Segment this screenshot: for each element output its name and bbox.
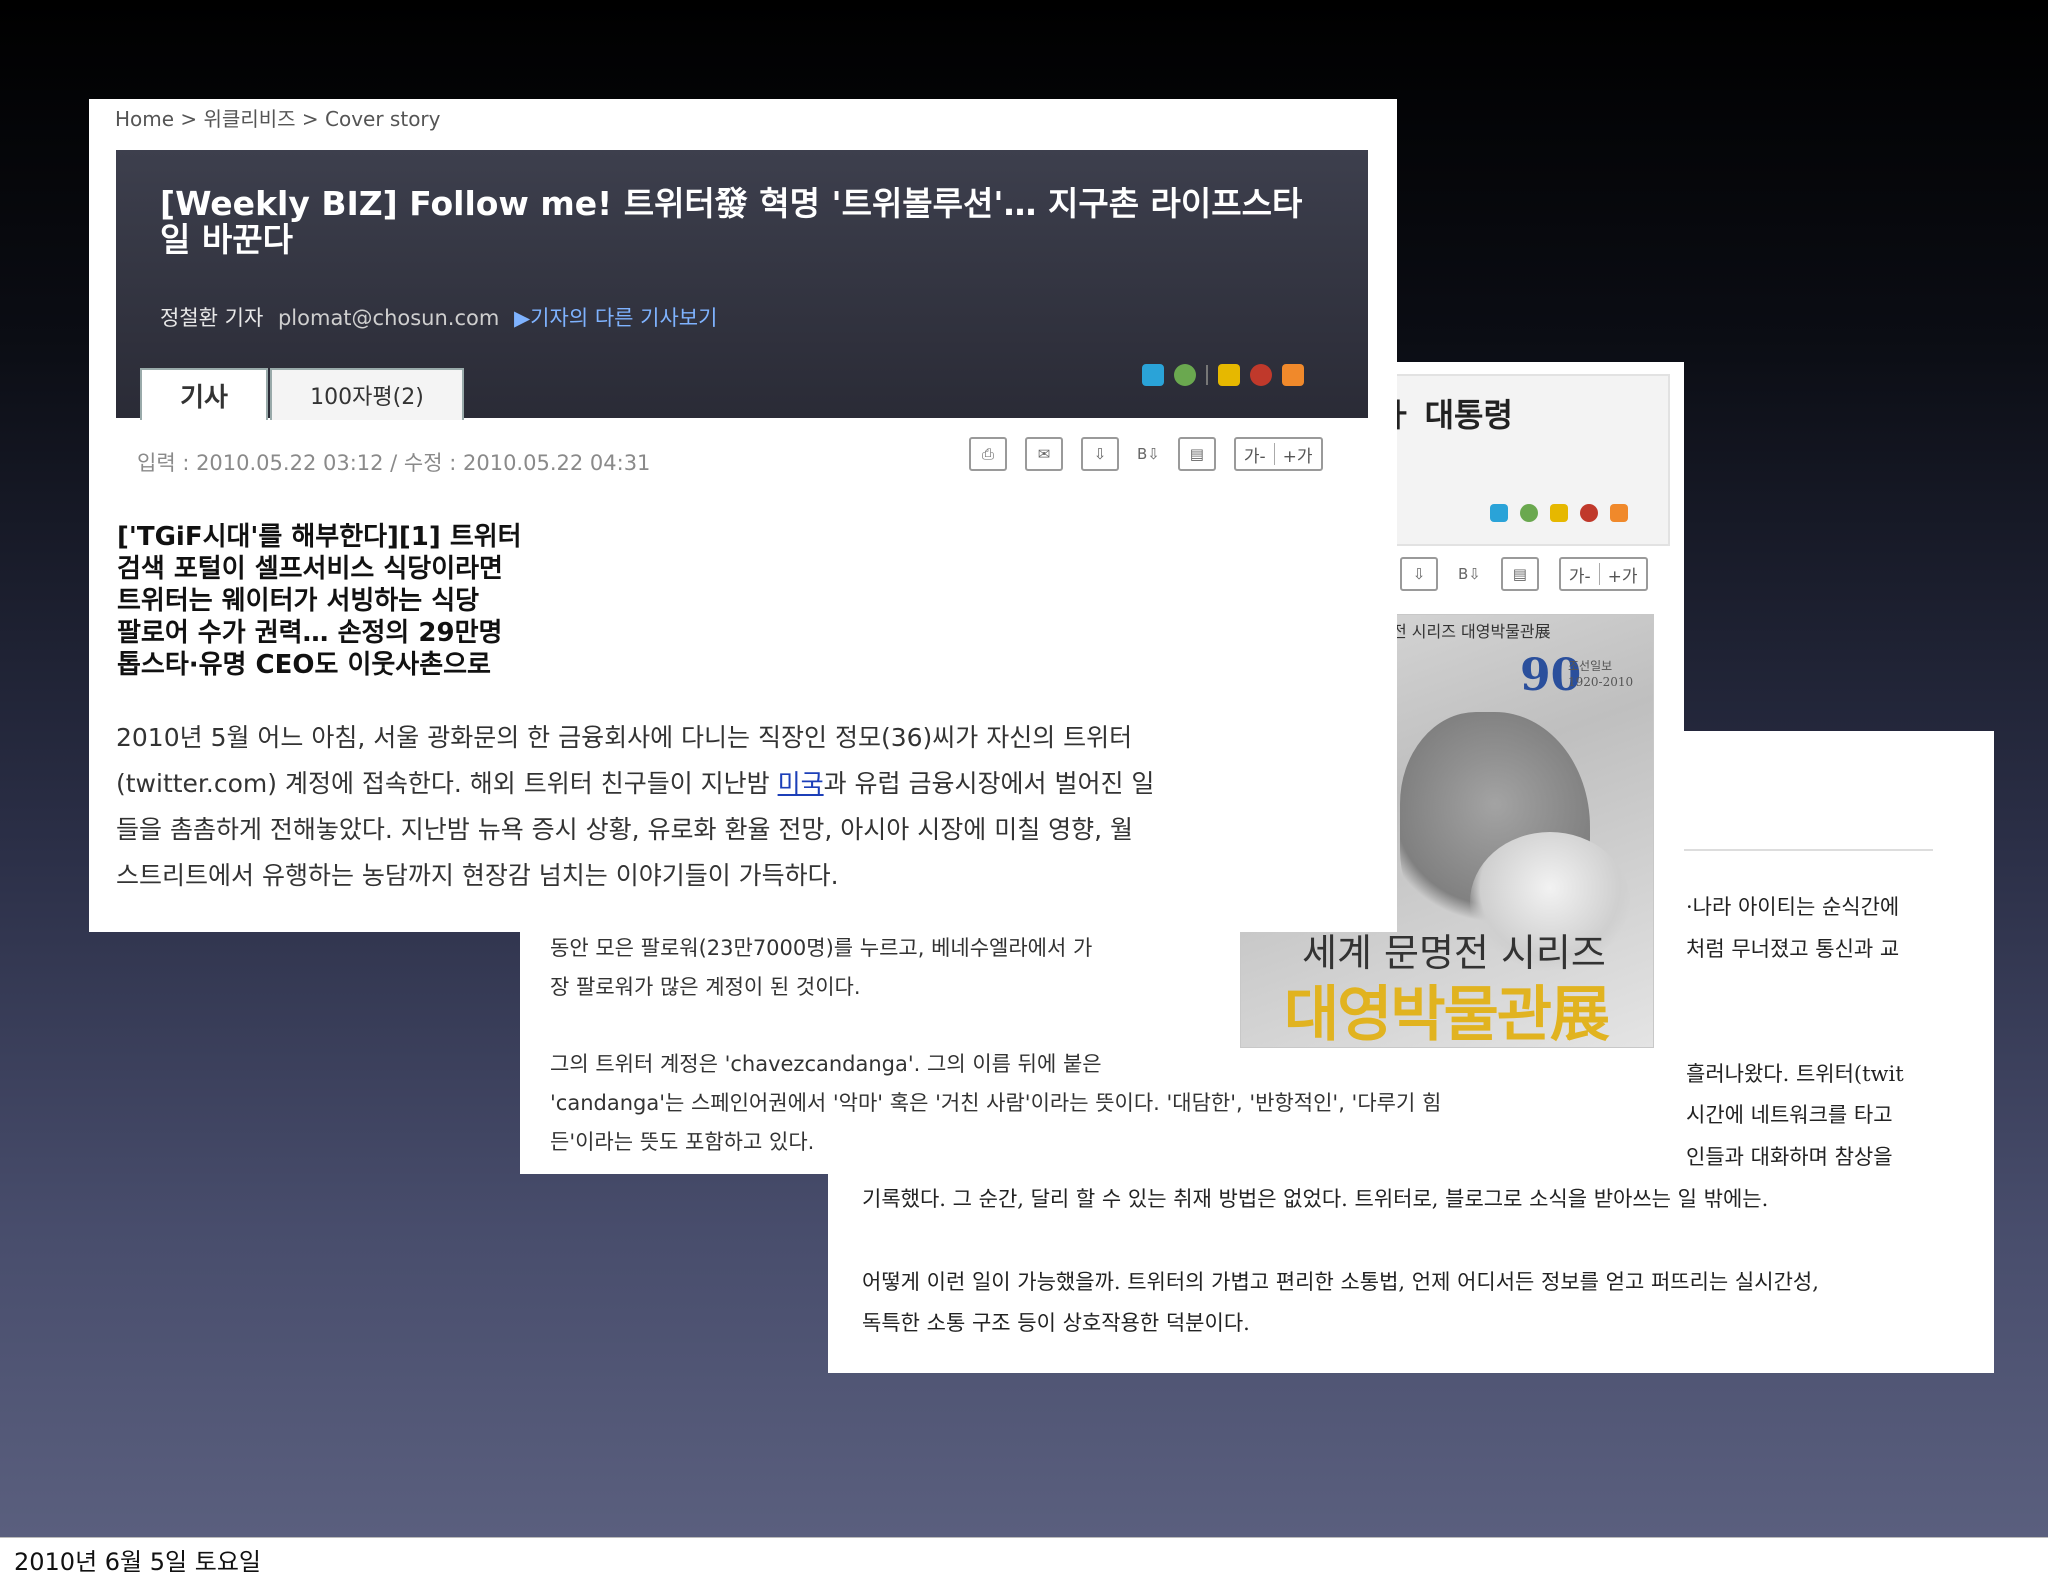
me2day-icon[interactable] <box>1520 504 1538 522</box>
bookmark-icon[interactable] <box>1250 364 1272 386</box>
body-line: 스트리트에서 유행하는 농담까지 현장감 넘치는 이야기들이 가득하다. <box>116 861 839 890</box>
anniversary-brand: 조선일보 <box>1568 659 1613 673</box>
body-line: 2010년 5월 어느 아침, 서울 광화문의 한 금융회사에 다니는 직장인 … <box>116 723 1133 752</box>
tab-article[interactable]: 기사 <box>140 368 268 420</box>
download-icon[interactable]: ⇩ <box>1081 437 1119 471</box>
anniversary-years: 1920-2010 <box>1568 675 1634 689</box>
print-icon[interactable]: ⎙ <box>969 437 1007 471</box>
body-text: 과 유럽 금융시장에서 벌어진 일 <box>823 769 1155 798</box>
image-caption: 전 시리즈 대영박물관展 <box>1392 622 1551 641</box>
slide-background: ·나라 아이티는 순식간에 처럼 무너졌고 통신과 교 흘러나왔다. 트위터(t… <box>0 0 2048 1537</box>
share-icons <box>1142 364 1304 386</box>
series-name: 대영박물관展 <box>1284 980 1610 1050</box>
body-line: (twitter.com) 계정에 접속한다. 해외 트위터 친구들이 지난밤 … <box>116 761 1376 807</box>
article-dates: 입력 : 2010.05.22 03:12 / 수정 : 2010.05.22 … <box>137 451 651 475</box>
bookmark-icon[interactable] <box>1580 504 1598 522</box>
font-larger-button[interactable]: +가 <box>1275 442 1321 467</box>
font-size-controls: 가- +가 <box>1233 437 1323 471</box>
anniversary-text: 조선일보 1920-2010 <box>1568 658 1633 690</box>
article-toolbar: ⎙ ✉ ⇩ B⇩ ▤ 가- +가 <box>969 437 1323 471</box>
byline: 정철환 기자 plomat@chosun.com ▶기자의 다른 기사보기 <box>160 302 717 332</box>
me2day-icon[interactable] <box>1174 364 1196 386</box>
text-line: 흘러나왔다. 트위터(twit <box>1686 1062 1904 1086</box>
font-larger-button[interactable]: +가 <box>1600 562 1646 587</box>
text-line: ·나라 아이티는 순식간에 <box>1686 895 1900 919</box>
download-icon[interactable]: ⇩ <box>1400 557 1438 591</box>
tab-comments[interactable]: 100자평(2) <box>270 368 464 420</box>
article-title: ㅏ 대통령 <box>1384 396 1513 434</box>
article-tabs: 기사 100자평(2) <box>140 368 464 420</box>
paragraph-line: 기록했다. 그 순간, 달리 할 수 있는 취재 방법은 없었다. 트위터로, … <box>862 1187 1769 1211</box>
copy-icon[interactable]: ▤ <box>1177 437 1216 471</box>
save-icon[interactable]: B⇩ <box>1137 445 1160 463</box>
footer-bar: 2010년 6월 5일 토요일 <box>0 1537 2048 1577</box>
subhead-line: ['TGiF시대'를 해부한다][1] 트위터 <box>117 522 522 552</box>
share-icons <box>1490 504 1628 522</box>
article-subheads: ['TGiF시대'를 해부한다][1] 트위터 검색 포털이 셀프서비스 식당이… <box>117 521 522 681</box>
reporter-name: 정철환 기자 <box>160 306 264 330</box>
more-articles-link[interactable]: ▶기자의 다른 기사보기 <box>514 306 717 330</box>
article-title: [Weekly BIZ] Follow me! 트위터發 혁명 '트위볼루션'…… <box>160 184 1303 259</box>
body-line: 들을 촘촘하게 전해놓았다. 지난밤 뉴욕 증시 상황, 유로화 환율 전망, … <box>116 815 1134 844</box>
text-line: 인들과 대화하며 참상을 <box>1686 1145 1893 1169</box>
copy-icon[interactable]: ▤ <box>1500 557 1539 591</box>
keyword-link[interactable]: 미국 <box>778 769 824 798</box>
twitter-icon[interactable] <box>1490 504 1508 522</box>
font-smaller-button[interactable]: 가- <box>1561 562 1599 587</box>
text-line: 처럼 무너졌고 통신과 교 <box>1686 937 1900 961</box>
text-line: 'candanga'는 스페인어권에서 '악마' 혹은 '거친 사람'이라는 뜻… <box>550 1091 1442 1115</box>
separator <box>1206 365 1208 385</box>
reporter-email[interactable]: plomat@chosun.com <box>278 306 499 330</box>
subhead-line: 팔로어 수가 권력… 손정의 29만명 <box>117 618 503 648</box>
breadcrumb[interactable]: Home > 위클리비즈 > Cover story <box>115 103 441 132</box>
text-line: 장 팔로워가 많은 계정이 된 것이다. <box>550 975 861 999</box>
text-line: 동안 모은 팔로워(23만7000명)를 누르고, 베네수엘라에서 가 <box>550 936 1093 960</box>
article-body: 2010년 5월 어느 아침, 서울 광화문의 한 금융회사에 다니는 직장인 … <box>116 715 1376 899</box>
article-toolbar: ⇩ B⇩ ▤ 가- +가 <box>1400 557 1648 591</box>
footer-date: 2010년 6월 5일 토요일 <box>14 1548 261 1576</box>
font-smaller-button[interactable]: 가- <box>1236 442 1274 467</box>
article-screenshot-front: Home > 위클리비즈 > Cover story [Weekly BIZ] … <box>89 99 1397 932</box>
subhead-line: 검색 포털이 셀프서비스 식당이라면 <box>117 554 503 584</box>
subhead-line: 트위터는 웨이터가 서빙하는 식당 <box>117 586 480 616</box>
text-line: 그의 트위터 계정은 'chavezcandanga'. 그의 이름 뒤에 붙은 <box>550 1052 1102 1076</box>
save-icon[interactable]: B⇩ <box>1458 565 1481 583</box>
email-icon[interactable]: ✉ <box>1025 437 1063 471</box>
divider <box>1683 849 1933 851</box>
text-line: 든'이라는 뜻도 포함하고 있다. <box>550 1130 815 1154</box>
body-text: (twitter.com) 계정에 접속한다. 해외 트위터 친구들이 지난밤 <box>116 769 778 798</box>
yozm-icon[interactable] <box>1550 504 1568 522</box>
paragraph-line: 어떻게 이런 일이 가능했을까. 트위터의 가볍고 편리한 소통법, 언제 어디… <box>862 1270 1819 1294</box>
rss-icon[interactable] <box>1282 364 1304 386</box>
article-header: [Weekly BIZ] Follow me! 트위터發 혁명 '트위볼루션'…… <box>116 150 1368 420</box>
text-line: 시간에 네트워크를 타고 <box>1686 1103 1893 1127</box>
font-size-controls: 가- +가 <box>1558 557 1648 591</box>
yozm-icon[interactable] <box>1218 364 1240 386</box>
subhead-line: 톱스타·유명 CEO도 이웃사촌으로 <box>117 650 491 680</box>
paragraph-line: 독특한 소통 구조 등이 상호작용한 덕분이다. <box>862 1311 1250 1335</box>
twitter-icon[interactable] <box>1142 364 1164 386</box>
rss-icon[interactable] <box>1610 504 1628 522</box>
